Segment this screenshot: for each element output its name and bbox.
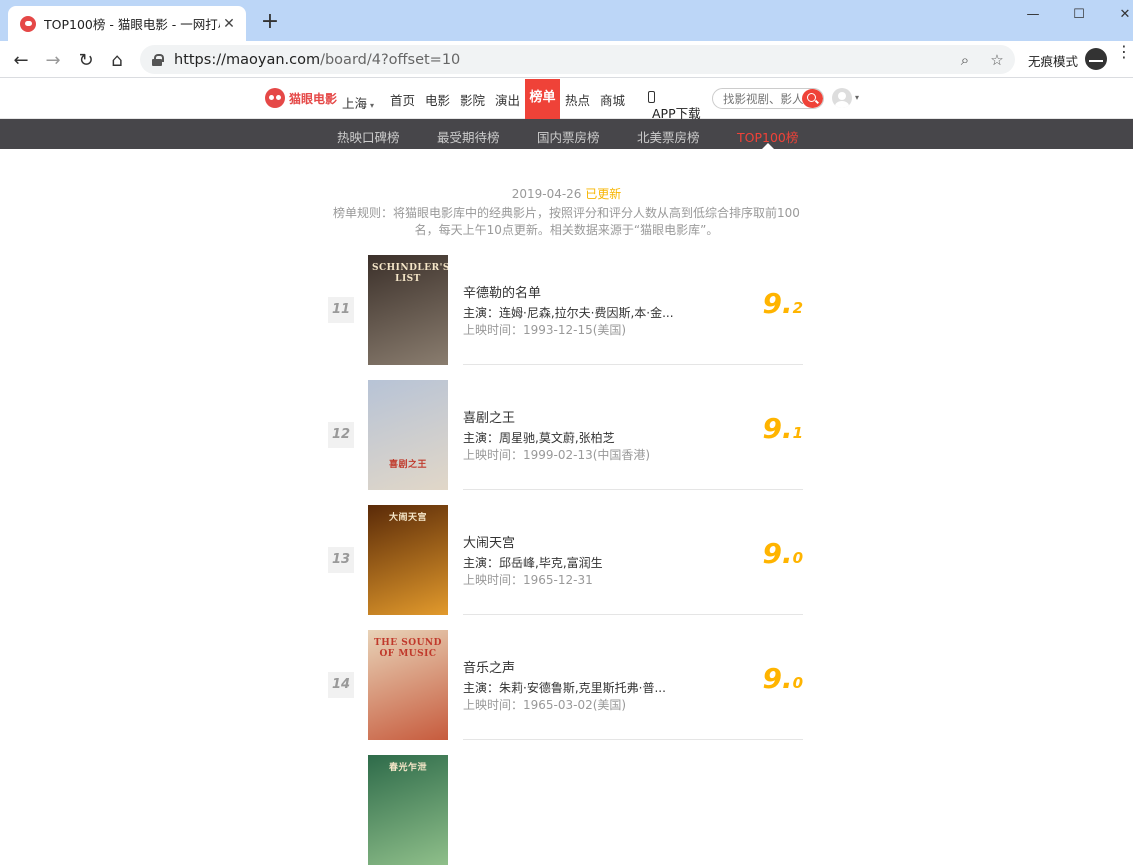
site-logo[interactable]: 猫眼电影 [265, 88, 337, 108]
release-time: 上映时间：1965-12-31 [463, 573, 593, 587]
board-rule-line: 名，每天上午10点更新。相关数据来源于“猫眼电影库”。 [414, 223, 719, 237]
city-selector[interactable]: 上海 ▾ [342, 93, 374, 112]
movie-poster[interactable]: 春光乍泄 [368, 755, 448, 865]
incognito-label: 无痕模式 [1028, 54, 1079, 69]
back-arrow-icon[interactable]: ← [8, 47, 34, 73]
search-box[interactable] [712, 88, 824, 109]
movie-title[interactable]: 大闹天宫 [463, 532, 515, 551]
subnav-most-expected[interactable]: 最受期待榜 [437, 127, 500, 146]
movie-score: 9.2 [762, 287, 803, 320]
nav-hot[interactable]: 热点 [565, 90, 590, 109]
poster-title-text: THE SOUND OF MUSIC [374, 638, 442, 659]
score-integer: 9. [762, 537, 793, 570]
nav-board[interactable]: 榜单 [525, 79, 560, 119]
score-fraction: 0 [792, 674, 803, 692]
movie-stars: 主演：连姆·尼森,拉尔夫·费因斯,本·金... [463, 306, 673, 320]
score-integer: 9. [762, 287, 793, 320]
release-time: 上映时间：1993-12-15(美国) [463, 323, 627, 337]
movie-title[interactable]: 喜剧之王 [463, 407, 515, 426]
new-tab-icon[interactable]: + [258, 10, 282, 34]
active-indicator [762, 143, 774, 149]
caret-down-icon[interactable]: ▾ [855, 93, 859, 102]
browser-toolbar: ← → ↻ ⌂ https://maoyan.com/board/4?offse… [0, 41, 1133, 78]
movie-score: 9.0 [762, 662, 803, 695]
reload-icon[interactable]: ↻ [73, 47, 99, 73]
lock-icon [152, 53, 164, 66]
movie-poster[interactable]: SCHINDLER'S LIST [368, 255, 448, 365]
browser-titlebar: TOP100榜 - 猫眼电影 - 一网打尽好电影 ✕ + — ☐ ✕ [0, 0, 1133, 41]
address-bar[interactable]: https://maoyan.com/board/4?offset=10 ⌕ ☆ [140, 45, 1015, 74]
board-subnav: 热映口碑榜 最受期待榜 国内票房榜 北美票房榜 TOP100榜 [0, 119, 1133, 149]
rank-badge: 12 [328, 422, 354, 448]
divider [463, 739, 803, 740]
nav-home[interactable]: 首页 [390, 90, 415, 109]
movie-score: 9.0 [762, 537, 803, 570]
browser-tab[interactable]: TOP100榜 - 猫眼电影 - 一网打尽好电影 ✕ [8, 6, 246, 41]
nav-shows[interactable]: 演出 [495, 90, 520, 109]
board-rule: 榜单规则：将猫眼电影库中的经典影片，按照评分和评分人数从高到低综合排序取前100… [330, 205, 803, 239]
movie-poster[interactable]: 喜剧之王 [368, 380, 448, 490]
divider [463, 489, 803, 490]
release-time: 上映时间：1999-02-13(中国香港) [463, 448, 651, 462]
board-rule-line: 榜单规则：将猫眼电影库中的经典影片，按照评分和评分人数从高到低综合排序取前100 [333, 206, 800, 220]
bookmark-star-icon[interactable]: ☆ [988, 51, 1006, 69]
movie-poster[interactable]: THE SOUND OF MUSIC [368, 630, 448, 740]
movie-item[interactable]: 13 大闹天宫 大闹天宫 主演：邱岳峰,毕克,富润生 上映时间：1965-12-31 9.… [328, 505, 803, 615]
forward-arrow-icon[interactable]: → [40, 47, 66, 73]
minimize-icon[interactable]: — [1010, 0, 1056, 28]
window-close-icon[interactable]: ✕ [1102, 0, 1133, 28]
movie-item[interactable]: 11 SCHINDLER'S LIST 辛德勒的名单主演：连姆·尼森,拉尔夫·费因斯… [328, 255, 803, 365]
tab-close-icon[interactable]: ✕ [220, 15, 238, 33]
movie-title[interactable]: 音乐之声 [463, 657, 515, 676]
updated-label: 已更新 [585, 187, 622, 201]
movie-stars: 主演：周星驰,莫文蔚,张柏芝 [463, 431, 615, 445]
movie-item[interactable]: 12 喜剧之王 喜剧之王 主演：周星驰,莫文蔚,张柏芝 上映时间：1999-02-13(… [328, 380, 803, 490]
subnav-na-box-office[interactable]: 北美票房榜 [637, 127, 700, 146]
movie-stars: 主演：邱岳峰,毕克,富润生 [463, 556, 603, 570]
score-integer: 9. [762, 662, 793, 695]
divider [463, 614, 803, 615]
caret-down-icon: ▾ [370, 101, 375, 110]
url-text: https://maoyan.com/board/4?offset=10 [174, 51, 461, 68]
score-fraction: 2 [792, 299, 803, 317]
search-input[interactable] [723, 91, 803, 106]
update-info: 2019-04-26 已更新 [511, 187, 622, 201]
poster-title-text: 大闹天宫 [388, 513, 427, 523]
rank-badge: 14 [328, 672, 354, 698]
site-header: 猫眼电影 上海▾ 首页 电影 影院 演出 榜单 热点 商城 APP下载 ▾ [0, 79, 1133, 121]
maoyan-favicon-icon [20, 15, 36, 32]
movie-score: 9.1 [762, 412, 803, 445]
browser-menu-icon[interactable]: ⋮ [1116, 44, 1132, 69]
poster-title-text: 喜剧之王 [388, 460, 427, 470]
rank-badge: 11 [328, 297, 354, 323]
score-fraction: 0 [792, 549, 803, 567]
maoyan-logo-icon [265, 88, 285, 108]
tab-title: TOP100榜 - 猫眼电影 - 一网打尽好电影 [44, 17, 220, 32]
subnav-hot-reviews[interactable]: 热映口碑榜 [337, 127, 400, 146]
home-icon[interactable]: ⌂ [104, 47, 130, 73]
subnav-domestic-box-office[interactable]: 国内票房榜 [537, 127, 600, 146]
nav-cinemas[interactable]: 影院 [460, 90, 485, 109]
score-fraction: 1 [792, 424, 803, 442]
movie-item[interactable]: 14 THE SOUND OF MUSIC 音乐之声主演：朱莉·安德鲁斯,克里斯托弗… [328, 630, 803, 740]
logo-text: 猫眼电影 [289, 91, 338, 106]
nav-mall[interactable]: 商城 [600, 90, 625, 109]
search-icon[interactable] [802, 89, 823, 108]
movie-item[interactable]: 春光乍泄 [328, 755, 803, 865]
divider [463, 364, 803, 365]
avatar[interactable] [832, 88, 852, 108]
poster-title-text: 春光乍泄 [388, 763, 427, 773]
zoom-search-icon[interactable]: ⌕ [956, 51, 974, 69]
phone-icon[interactable] [648, 91, 655, 103]
movie-title[interactable]: 辛德勒的名单 [463, 282, 541, 301]
score-integer: 9. [762, 412, 793, 445]
maximize-icon[interactable]: ☐ [1056, 0, 1102, 28]
rank-badge: 13 [328, 547, 354, 573]
incognito-icon[interactable] [1085, 48, 1107, 70]
movie-stars: 主演：朱莉·安德鲁斯,克里斯托弗·普... [463, 681, 666, 695]
release-time: 上映时间：1965-03-02(美国) [463, 698, 627, 712]
poster-title-text: SCHINDLER'S LIST [372, 263, 448, 284]
nav-movies[interactable]: 电影 [425, 90, 450, 109]
movie-poster[interactable]: 大闹天宫 [368, 505, 448, 615]
